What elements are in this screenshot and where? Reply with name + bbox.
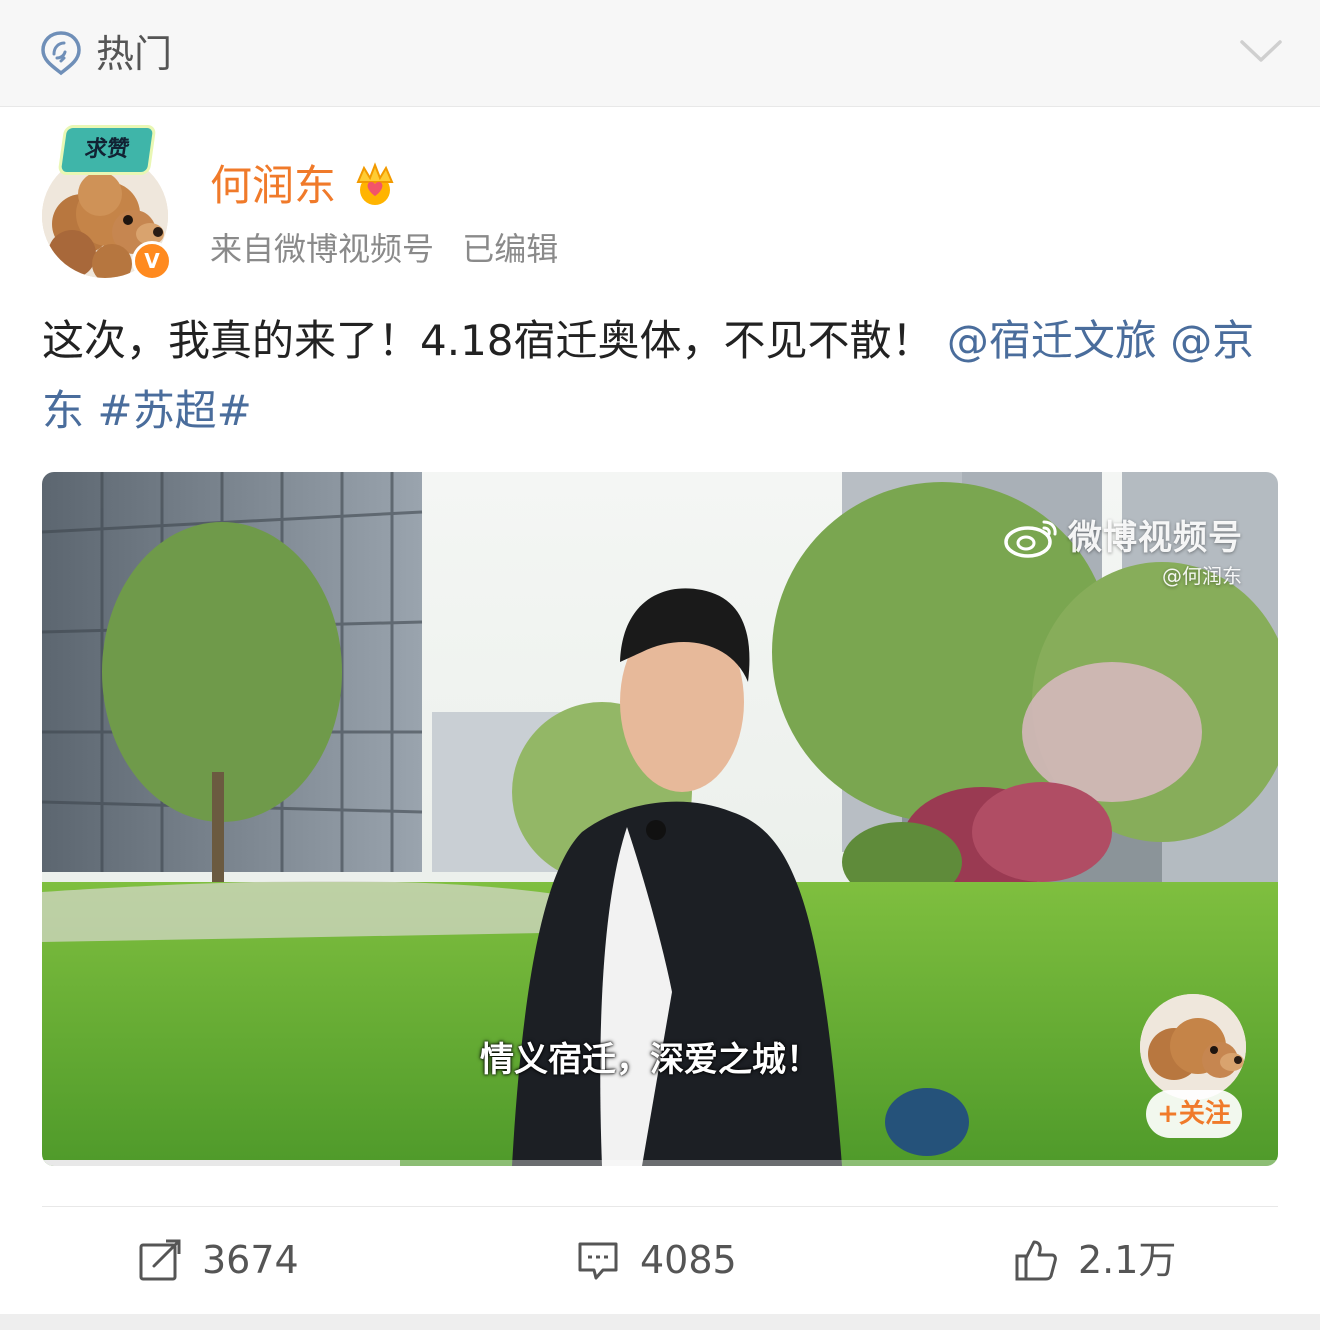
page-title: 热门: [96, 32, 173, 76]
footer-strip: [0, 1314, 1320, 1330]
post-text: 这次，我真的来了！4.18宿迁奥体，不见不散！ @宿迁文旅 @京东 #苏超#: [42, 306, 1278, 446]
post-meta: 来自微博视频号 已编辑: [210, 226, 576, 272]
crown-icon: [356, 162, 394, 205]
watermark-title: 微博视频号: [1068, 518, 1243, 558]
chevron-down-icon[interactable]: [1238, 36, 1284, 66]
video-subtitle: 情义宿迁，深爱之城！: [480, 1040, 820, 1080]
poodle-avatar-image: [1140, 994, 1246, 1100]
top-bar: 热门: [0, 0, 1320, 107]
post-body-text: 这次，我真的来了！4.18宿迁奥体，不见不散！: [42, 316, 947, 365]
verified-icon: V: [132, 241, 172, 281]
author-name[interactable]: 何润东: [210, 158, 336, 214]
author-avatar[interactable]: 求赞 V: [40, 128, 172, 281]
mention-link[interactable]: @宿迁文旅: [947, 316, 1157, 365]
follow-button[interactable]: +关注: [1146, 1090, 1242, 1138]
avatar-badge: 求赞: [60, 128, 154, 172]
repost-count: 3674: [202, 1238, 299, 1282]
comment-button[interactable]: 4085: [576, 1230, 816, 1290]
like-count: 2.1万: [1078, 1238, 1177, 1282]
comment-icon: [578, 1242, 618, 1280]
watermark-handle: @何润东: [1162, 564, 1242, 588]
hot-pin-icon: [41, 31, 81, 76]
thumbs-up-icon: [1015, 1240, 1057, 1281]
repost-icon: [139, 1239, 181, 1281]
uploader-avatar[interactable]: [1140, 994, 1246, 1100]
video-progress-bar[interactable]: [42, 1160, 1278, 1166]
watermark: 微博视频号 @何润东: [1004, 508, 1249, 588]
video-progress-fill: [42, 1160, 401, 1166]
hashtag-link[interactable]: #苏超#: [97, 386, 251, 435]
like-button[interactable]: 2.1万: [1014, 1230, 1214, 1290]
edited-label: 已编辑: [462, 230, 559, 268]
post-source[interactable]: 来自微博视频号: [210, 230, 434, 268]
repost-button[interactable]: 3674: [138, 1230, 378, 1290]
comment-count: 4085: [640, 1238, 737, 1282]
divider: [42, 1206, 1278, 1207]
video-player[interactable]: 微博视频号 @何润东 情义宿迁，深爱之城！ +关注: [42, 472, 1278, 1166]
weibo-logo-icon: [1004, 520, 1057, 558]
